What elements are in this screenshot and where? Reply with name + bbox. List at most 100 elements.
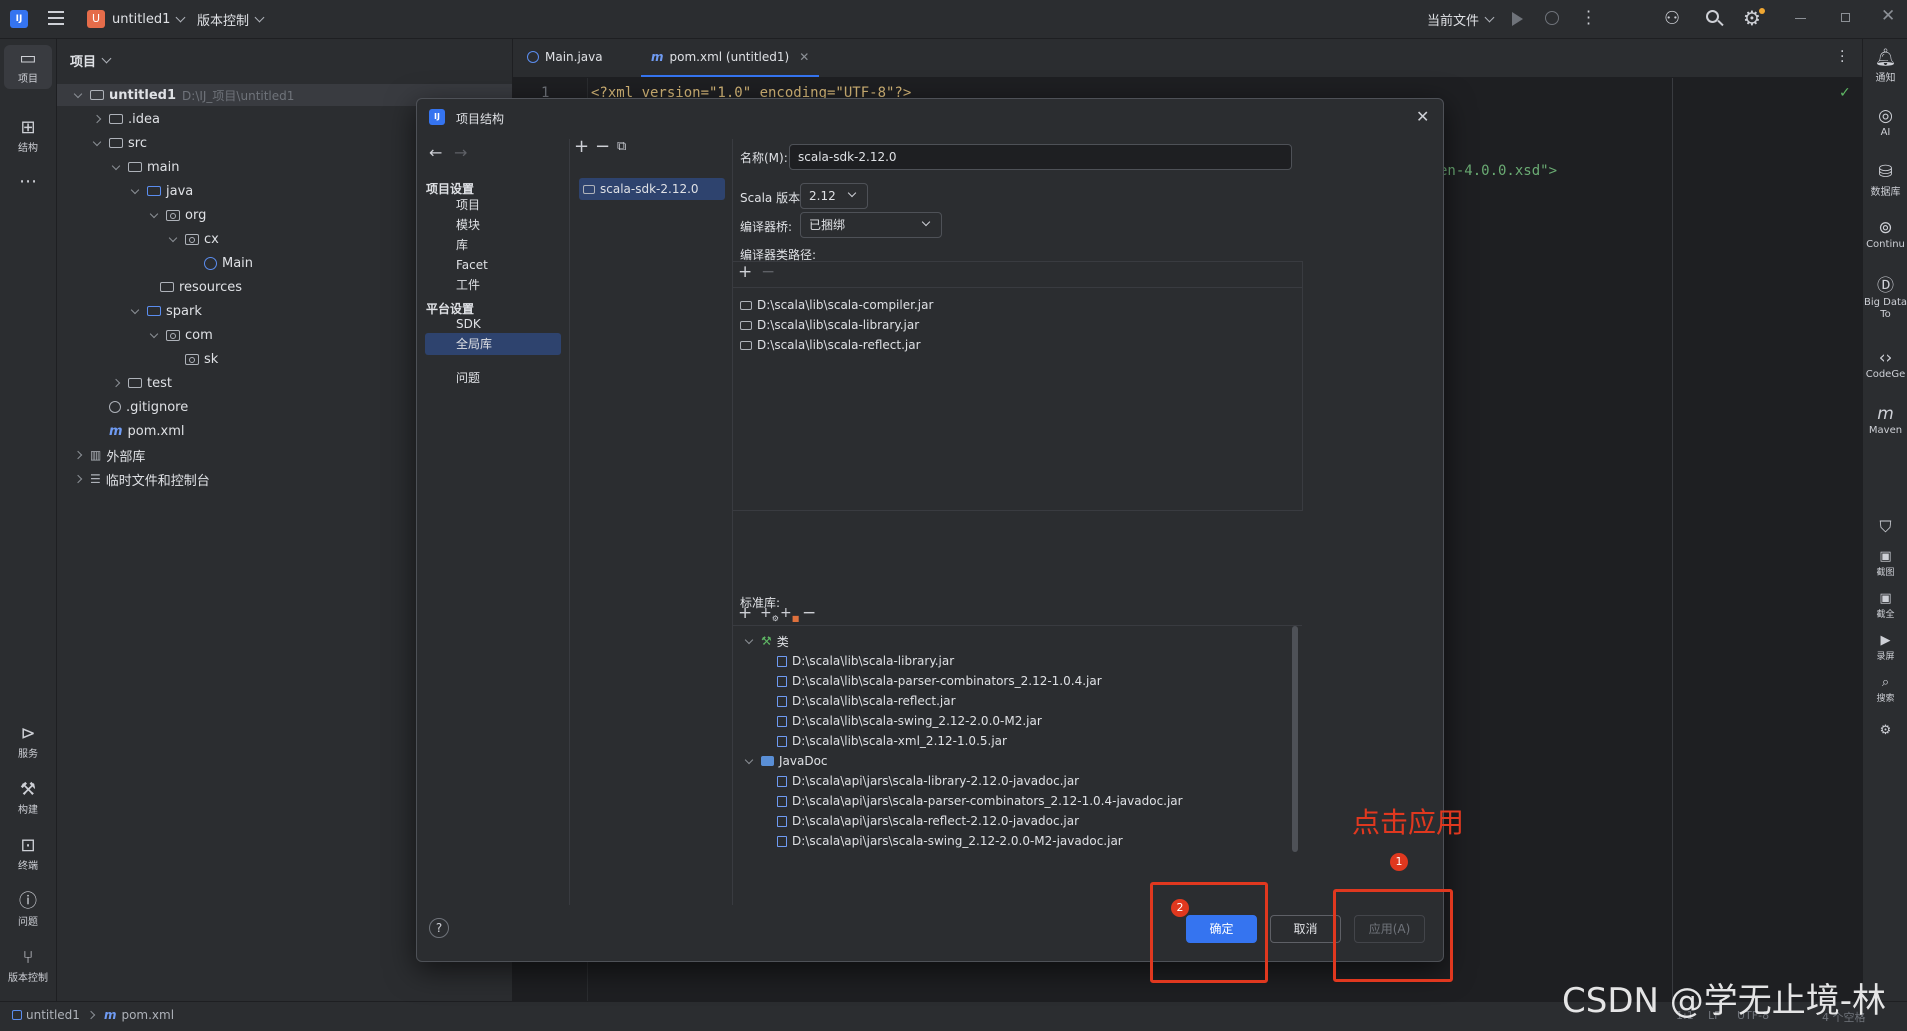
class-jar-item[interactable]: D:\scala\lib\scala-library.jar <box>777 650 954 672</box>
toolwindow-terminal[interactable]: ⊡ 终端 <box>4 835 52 872</box>
vcs-menu[interactable]: 版本控制 <box>197 9 265 29</box>
app-logo-icon[interactable]: IJ <box>10 10 28 28</box>
toolwindow-screenshot-full[interactable]: ▣ 截全 <box>1863 591 1907 620</box>
add-icon[interactable]: + <box>574 136 589 157</box>
toolwindow-services[interactable]: ⊳ 服务 <box>4 723 52 760</box>
add-user-icon[interactable]: ⚇ <box>1664 8 1680 29</box>
nav-item-global-libraries[interactable]: 全局库 <box>425 333 561 355</box>
toolwindow-search[interactable]: ⌕ 搜索 <box>1863 675 1907 704</box>
tree-item[interactable]: com <box>149 324 213 346</box>
classpath-item-label: D:\scala\lib\scala-library.jar <box>757 318 920 332</box>
toolwindow-database[interactable]: ⛁ 数据库 <box>1863 161 1907 198</box>
nav-item-problems[interactable]: 问题 <box>425 367 561 389</box>
classpath-item[interactable]: D:\scala\lib\scala-library.jar <box>740 314 919 336</box>
tab-pom-xml[interactable]: m pom.xml (untitled1) ✕ <box>641 39 820 77</box>
tree-item[interactable]: src <box>92 132 147 154</box>
project-panel-header[interactable]: 项目 <box>70 51 112 70</box>
toolwindow-screenshot[interactable]: ▣ 截图 <box>1863 549 1907 578</box>
toolwindow-project[interactable]: ▭ 项目 <box>4 45 52 89</box>
class-jar-item[interactable]: D:\scala\lib\scala-reflect.jar <box>777 690 956 712</box>
toolwindow-bigdata[interactable]: Ⓓ Big Data To <box>1863 275 1907 321</box>
toolwindow-record[interactable]: ▶ 录屏 <box>1863 633 1907 662</box>
dialog-close-icon[interactable]: ✕ <box>1416 107 1429 126</box>
add-javadoc-icon[interactable]: +■ <box>780 605 799 623</box>
nav-item-facets[interactable]: Facet <box>425 254 561 276</box>
class-jar-item[interactable]: D:\scala\lib\scala-xml_2.12-1.0.5.jar <box>777 730 1007 752</box>
editor-more-icon[interactable]: · · · <box>1840 45 1844 69</box>
more-toolwindows-icon[interactable]: ⋯ <box>4 171 52 192</box>
tree-item[interactable]: resources <box>146 276 242 298</box>
back-arrow-icon[interactable]: ← <box>429 143 442 162</box>
javadoc-jar-item[interactable]: D:\scala\api\jars\scala-library-2.12.0-j… <box>777 770 1079 792</box>
remove-icon[interactable]: − <box>802 603 816 623</box>
tab-main-java[interactable]: Main.java <box>527 50 603 64</box>
classpath-item[interactable]: D:\scala\lib\scala-compiler.jar <box>740 294 933 316</box>
copy-icon[interactable]: ⧉ <box>617 139 626 154</box>
classpath-item[interactable]: D:\scala\lib\scala-reflect.jar <box>740 334 921 356</box>
javadoc-jar-item[interactable]: D:\scala\api\jars\scala-reflect-2.12.0-j… <box>777 810 1079 832</box>
class-jar-item[interactable]: D:\scala\lib\scala-parser-combinators_2.… <box>777 670 1102 692</box>
add-icon[interactable]: + <box>738 262 752 282</box>
tree-item[interactable]: ▥ 外部库 <box>73 444 145 466</box>
scala-version-select[interactable]: 2.12 <box>800 183 868 209</box>
close-tab-icon[interactable]: ✕ <box>799 50 809 64</box>
tree-item[interactable]: main <box>111 156 179 178</box>
tree-scrollbar[interactable] <box>1292 626 1298 852</box>
cancel-button[interactable]: 取消 <box>1270 915 1341 943</box>
nav-item-artifacts[interactable]: 工件 <box>425 274 561 296</box>
library-icon: ▥ <box>90 448 102 462</box>
add-icon[interactable]: + <box>738 603 752 623</box>
toolwindow-ai[interactable]: ◎ AI <box>1863 105 1907 138</box>
annotation-box-apply <box>1333 889 1453 982</box>
run-config-selector[interactable]: 当前文件 <box>1427 9 1495 29</box>
debug-icon[interactable] <box>1545 11 1559 25</box>
classes-node[interactable]: ⚒ 类 <box>744 630 789 652</box>
settings-small-icon[interactable]: ⚙ <box>1863 723 1907 738</box>
inspection-ok-icon[interactable]: ✓ <box>1839 85 1851 101</box>
tree-item[interactable]: cx <box>168 228 219 250</box>
toolwindow-vcs[interactable]: ⑂ 版本控制 <box>4 947 52 984</box>
tree-item[interactable]: java <box>130 180 193 202</box>
breadcrumb-project[interactable]: untitled1 <box>26 1008 80 1022</box>
nav-item-libraries[interactable]: 库 <box>425 234 561 256</box>
remove-icon[interactable]: − <box>595 136 610 157</box>
toolwindow-continue[interactable]: ⊚ Continu <box>1863 217 1907 250</box>
plugin-shield-icon[interactable]: ⛉ <box>1863 517 1907 537</box>
restore-icon[interactable] <box>1841 13 1850 22</box>
compiler-bridge-select[interactable]: 已捆绑 <box>800 212 942 238</box>
title-bar: IJ U untitled1 版本控制 当前文件 · · · ⚇ ⚙ ✕ <box>0 0 1907 39</box>
nav-item-sdks[interactable]: SDK <box>425 313 561 335</box>
javadoc-jar-item[interactable]: D:\scala\api\jars\scala-swing_2.12-2.0.0… <box>777 830 1123 852</box>
tree-item[interactable]: .gitignore <box>109 396 188 418</box>
tree-item[interactable]: test <box>111 372 172 394</box>
class-jar-item[interactable]: D:\scala\lib\scala-swing_2.12-2.0.0-M2.j… <box>777 710 1042 732</box>
javadoc-jar-item[interactable]: D:\scala\api\jars\scala-parser-combinato… <box>777 790 1183 812</box>
close-window-icon[interactable]: ✕ <box>1881 6 1895 26</box>
breadcrumb-file[interactable]: pom.xml <box>121 1008 174 1022</box>
toolwindow-notifications[interactable]: 🔔︎ 通知 <box>1863 47 1907 84</box>
javadoc-node[interactable]: JavaDoc <box>744 750 828 772</box>
main-menu-icon[interactable] <box>48 11 64 25</box>
library-item[interactable]: scala-sdk-2.12.0 <box>579 178 725 200</box>
tree-item[interactable]: ☰ 临时文件和控制台 <box>73 468 210 490</box>
toolwindow-codegeex[interactable]: ‹› CodeGe <box>1863 347 1907 380</box>
more-actions-icon[interactable]: · · · <box>1586 4 1591 32</box>
tree-item[interactable]: Main <box>204 252 253 274</box>
project-switcher[interactable]: U untitled1 <box>87 9 186 29</box>
toolwindow-maven[interactable]: m Maven <box>1863 403 1907 436</box>
toolwindow-problems[interactable]: ⓘ 问题 <box>4 891 52 928</box>
minimize-icon[interactable] <box>1795 18 1806 19</box>
toolwindow-build[interactable]: ⚒ 构建 <box>4 779 52 816</box>
tree-item[interactable]: sk <box>185 348 218 370</box>
tree-item[interactable]: .idea <box>92 108 160 130</box>
tree-item[interactable]: m pom.xml <box>109 420 185 442</box>
nav-item-project[interactable]: 项目 <box>425 194 561 216</box>
tree-item[interactable]: org <box>149 204 206 226</box>
run-icon[interactable] <box>1512 12 1523 26</box>
nav-item-modules[interactable]: 模块 <box>425 214 561 236</box>
toolwindow-structure[interactable]: ⊞ 结构 <box>4 117 52 154</box>
name-field[interactable]: scala-sdk-2.12.0 <box>789 144 1292 170</box>
help-button[interactable]: ? <box>429 918 449 938</box>
tree-item[interactable]: spark <box>130 300 202 322</box>
add-classes-icon[interactable]: +⚙ <box>760 605 779 623</box>
